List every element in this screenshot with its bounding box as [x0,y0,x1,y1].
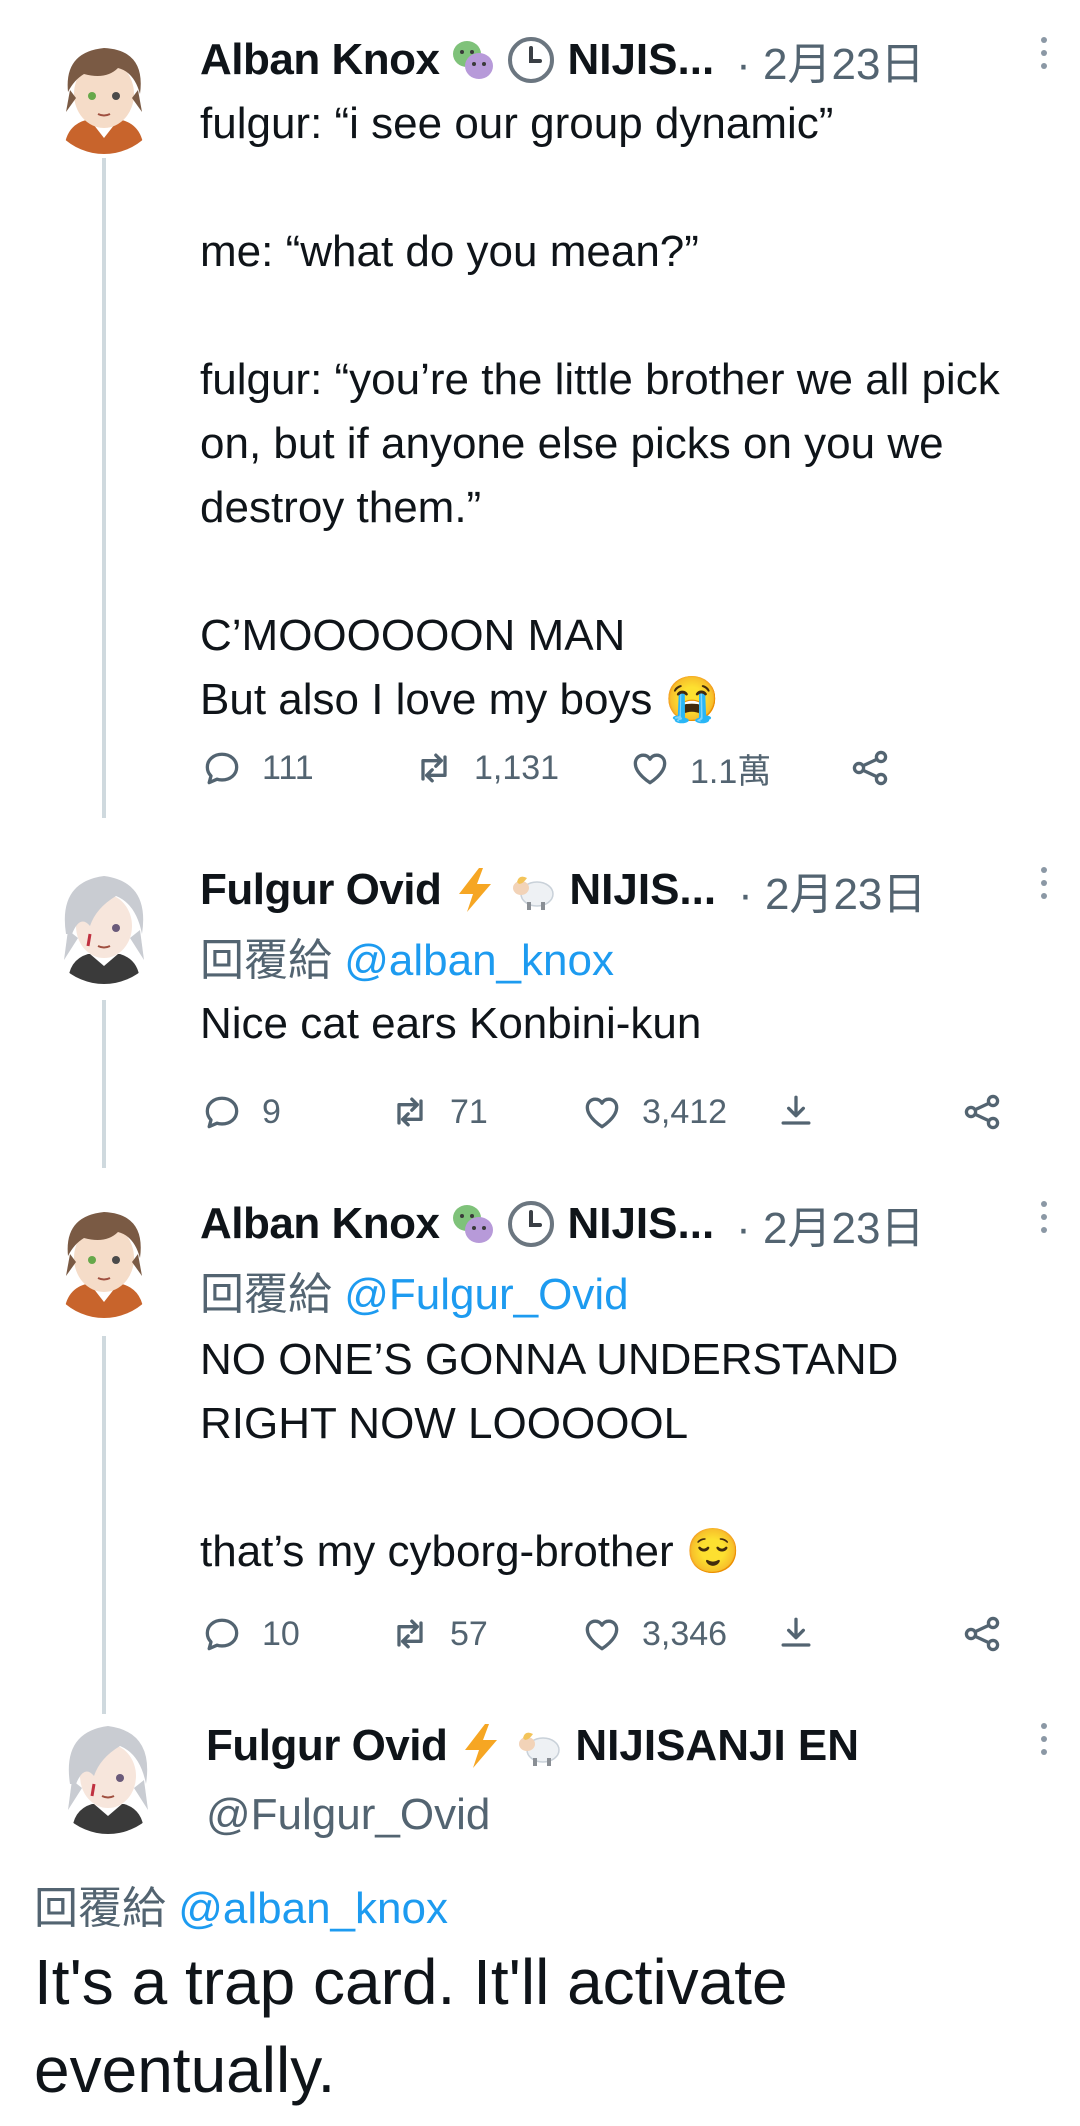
tweet-text: NO ONE’S GONNA UNDERSTAND RIGHT NOW LOOO… [200,1335,899,1576]
reply-prefix: 回覆給 [34,1884,166,1933]
reply-mention-link[interactable]: @alban_knox [344,936,614,985]
more-icon[interactable] [1036,1716,1052,1776]
theater-masks-icon [449,1200,497,1248]
org-name: NIJISANJI EN [575,1721,860,1770]
reply-icon [205,1618,239,1651]
reply-button[interactable]: 111 [200,740,314,796]
reply-button[interactable]: 10 [200,1606,300,1662]
theater-masks-icon [449,36,497,84]
like-count: 3,412 [642,1092,728,1131]
download-button[interactable] [774,1606,836,1662]
reply-context: 回覆給 @alban_knox [34,1872,448,1936]
handle: NIJIS... [567,35,715,84]
like-icon [585,1619,619,1651]
avatar[interactable] [44,1198,164,1318]
retweet-button[interactable]: 71 [388,1084,488,1140]
retweet-icon [397,1097,423,1127]
tweet[interactable]: Alban Knox NIJIS... · 2月23日 回覆給 @Fulgur_… [0,1164,1080,1684]
display-name[interactable]: Alban Knox [200,1199,440,1249]
tweet-date[interactable]: · 2月23日 [738,860,926,920]
more-icon[interactable] [1036,30,1052,90]
tweet[interactable]: Fulgur Ovid NIJIS... · 2月23日 回覆給 @alban_… [0,830,1080,1170]
tweet-actions: 9 71 3,412 [200,1084,1040,1140]
share-icon [964,1094,1000,1130]
download-icon [781,1617,811,1647]
retweet-button[interactable]: 1,131 [412,740,559,796]
reply-icon [205,752,239,785]
like-button[interactable]: 1.1萬 [628,740,771,796]
reply-button[interactable]: 9 [200,1084,281,1140]
like-icon [585,1097,619,1129]
like-icon [633,753,667,785]
retweet-icon [397,1619,423,1649]
avatar[interactable] [48,1714,168,1834]
tweet-header: Alban Knox NIJIS... · 2月23日 [200,30,1056,90]
sheep-icon [515,1722,563,1770]
like-count: 1.1萬 [690,752,772,791]
tweet-date[interactable]: · 2月23日 [736,1194,924,1254]
more-icon[interactable] [1036,1194,1052,1254]
share-button[interactable] [848,740,910,796]
share-button[interactable] [960,1606,1022,1662]
lightning-icon [457,1722,505,1770]
more-icon[interactable] [1036,860,1052,920]
clock-icon [507,1200,555,1248]
reply-count: 111 [262,748,314,787]
tweet-header: Alban Knox NIJIS... · 2月23日 [200,1194,1056,1254]
tweet-header: Fulgur Ovid NIJIS... · 2月23日 [200,860,1056,920]
retweet-count: 57 [450,1614,488,1653]
like-button[interactable]: 3,346 [580,1606,727,1662]
reply-mention-link[interactable]: @Fulgur_Ovid [344,1270,628,1319]
tweet-header: Fulgur Ovid NIJISANJI EN [206,1716,859,1776]
avatar[interactable] [44,34,164,154]
tweet-text: It's a trap card. It'll activate eventua… [34,1946,788,2106]
reply-context: 回覆給 @alban_knox [200,924,614,988]
reply-count: 10 [262,1614,300,1653]
retweet-count: 1,131 [474,748,560,787]
tweet-thread: Alban Knox NIJIS... · 2月23日 fulgur: “i s… [0,0,1080,2126]
handle: NIJIS... [569,865,717,914]
retweet-button[interactable]: 57 [388,1606,488,1662]
clock-icon [507,36,555,84]
lightning-icon [451,866,499,914]
avatar[interactable] [44,864,164,984]
download-button[interactable] [774,1084,836,1140]
like-button[interactable]: 3,412 [580,1084,727,1140]
like-count: 3,346 [642,1614,728,1653]
display-name[interactable]: Fulgur Ovid [206,1721,448,1771]
share-icon [964,1616,1000,1652]
reply-icon [205,1096,239,1129]
tweet-actions: 10 57 3,346 [200,1606,1040,1662]
display-name[interactable]: Fulgur Ovid [200,865,442,915]
tweet-actions: 111 1,131 1.1萬 [200,740,1040,796]
download-icon [781,1095,811,1125]
tweet-text: Nice cat ears Konbini-kun [200,999,702,1048]
tweet[interactable]: Alban Knox NIJIS... · 2月23日 fulgur: “i s… [0,0,1080,830]
sheep-icon [509,866,557,914]
reply-context: 回覆給 @Fulgur_Ovid [200,1258,629,1322]
reply-prefix: 回覆給 [200,1270,332,1319]
share-button[interactable] [960,1084,1022,1140]
share-icon [852,750,888,786]
tweet-date[interactable]: · 2月23日 [736,30,924,90]
reply-prefix: 回覆給 [200,936,332,985]
reply-mention-link[interactable]: @alban_knox [178,1884,448,1933]
reply-count: 9 [262,1092,281,1131]
tweet-text: fulgur: “i see our group dynamic” me: “w… [200,99,1000,724]
retweet-icon [421,753,447,783]
handle: NIJIS... [567,1199,715,1248]
display-name[interactable]: Alban Knox [200,35,440,85]
retweet-count: 71 [450,1092,488,1131]
handle[interactable]: @Fulgur_Ovid [206,1790,490,1840]
